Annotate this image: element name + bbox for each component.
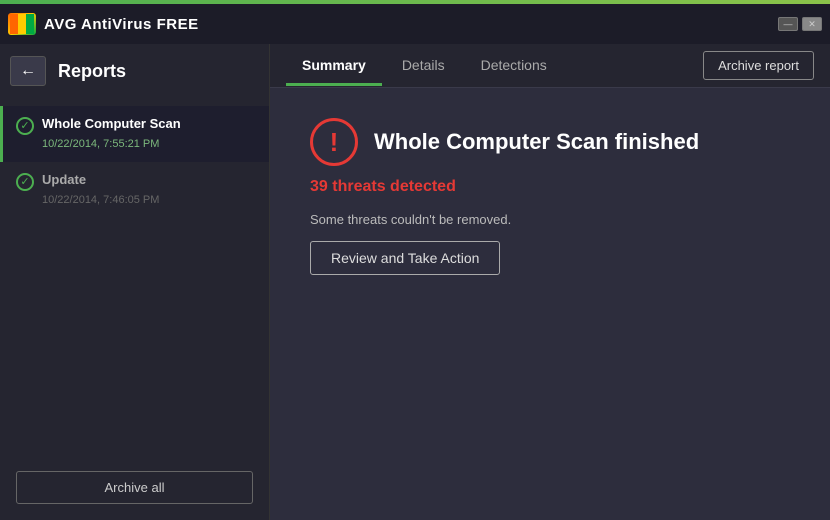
content-panel: Summary Details Detections Archive repor… [270, 44, 830, 520]
report-item-name-2: Update [42, 172, 86, 187]
warning-icon: ! [310, 118, 358, 166]
report-item-date-2: 10/22/2014, 7:46:05 PM [42, 193, 253, 208]
scan-result-header: ! Whole Computer Scan finished [310, 118, 790, 166]
report-item-header-1: Whole Computer Scan [16, 116, 253, 135]
back-button[interactable]: ← [10, 56, 46, 86]
close-button[interactable]: ✕ [802, 17, 822, 31]
minimize-button[interactable]: — [778, 17, 798, 31]
report-item-date-1: 10/22/2014, 7:55:21 PM [42, 137, 253, 152]
check-icon-1 [16, 117, 34, 135]
tab-detections[interactable]: Detections [465, 47, 563, 86]
threats-count: 39 threats detected [310, 178, 790, 196]
report-item-header-2: Update [16, 172, 253, 191]
sidebar: ← Reports Whole Computer Scan 10/22/2014… [0, 44, 270, 520]
report-item-wrapper-2: Update 10/22/2014, 7:46:05 PM [0, 162, 269, 218]
sidebar-items: Whole Computer Scan 10/22/2014, 7:55:21 … [0, 98, 269, 455]
report-item-wrapper-1: Whole Computer Scan 10/22/2014, 7:55:21 … [0, 106, 269, 162]
summary-content: ! Whole Computer Scan finished 39 threat… [270, 88, 830, 520]
tab-summary[interactable]: Summary [286, 47, 382, 86]
app-title: AVG AntiVirus FREE [44, 16, 199, 33]
sidebar-title: Reports [58, 61, 126, 82]
report-item-name-1: Whole Computer Scan [42, 116, 181, 131]
report-item-update[interactable]: Update 10/22/2014, 7:46:05 PM [0, 162, 269, 218]
archive-all-button[interactable]: Archive all [16, 471, 253, 504]
main-layout: ← Reports Whole Computer Scan 10/22/2014… [0, 44, 830, 520]
window-bar: AVG AntiVirus FREE — ✕ [0, 4, 830, 44]
tab-details[interactable]: Details [386, 47, 461, 86]
scan-finished-title: Whole Computer Scan finished [374, 129, 699, 155]
check-icon-2 [16, 173, 34, 191]
review-button[interactable]: Review and Take Action [310, 241, 500, 275]
window-title: AVG AntiVirus FREE [8, 13, 199, 35]
tabs-bar: Summary Details Detections Archive repor… [270, 44, 830, 88]
avg-logo [8, 13, 36, 35]
window-controls: — ✕ [778, 17, 822, 31]
cant-remove-text: Some threats couldn't be removed. [310, 212, 790, 227]
sidebar-header: ← Reports [0, 44, 269, 98]
sidebar-footer: Archive all [0, 455, 269, 520]
archive-report-button[interactable]: Archive report [703, 51, 814, 80]
report-item-whole-computer-scan[interactable]: Whole Computer Scan 10/22/2014, 7:55:21 … [0, 106, 269, 162]
